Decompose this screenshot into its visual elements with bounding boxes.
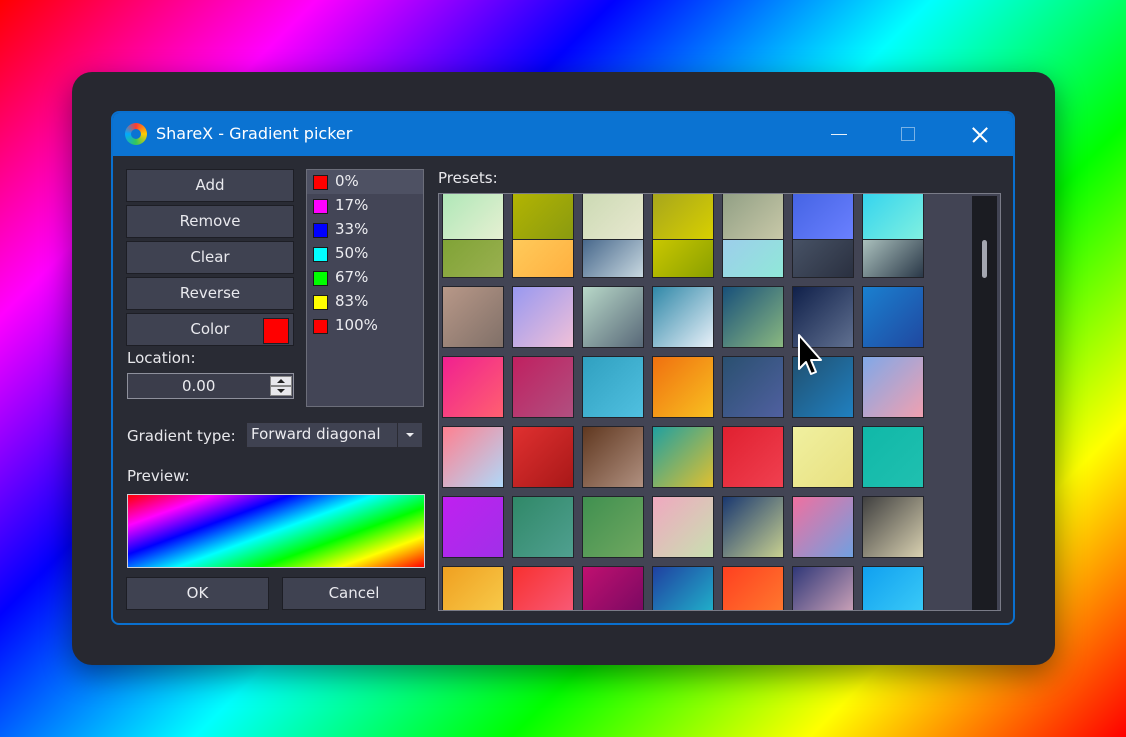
presets-label: Presets:	[438, 169, 498, 187]
preset-tile[interactable]	[792, 566, 854, 610]
preset-tile[interactable]	[652, 426, 714, 488]
gradient-type-label: Gradient type:	[127, 427, 236, 445]
stop-location-label: 17%	[335, 196, 369, 214]
gradient-stop-item[interactable]: 17%	[307, 194, 423, 218]
preview-label: Preview:	[127, 467, 190, 485]
gradient-preview	[127, 494, 425, 568]
preset-tile[interactable]	[512, 426, 574, 488]
preset-tile[interactable]	[582, 356, 644, 418]
scrollbar-thumb[interactable]	[982, 240, 987, 278]
preset-tile[interactable]	[582, 566, 644, 610]
stop-color-swatch	[313, 199, 328, 214]
preset-tile[interactable]	[512, 496, 574, 558]
gradient-stop-item[interactable]: 100%	[307, 314, 423, 338]
spin-up-button[interactable]	[270, 376, 292, 386]
location-input[interactable]: 0.00	[127, 373, 294, 399]
chevron-down-icon[interactable]	[397, 423, 422, 447]
preset-tile[interactable]	[722, 286, 784, 348]
location-label: Location:	[127, 349, 196, 367]
preset-tile[interactable]	[582, 194, 644, 240]
gradient-type-value: Forward diagonal	[251, 425, 381, 443]
preset-tile[interactable]	[862, 426, 924, 488]
preset-tile[interactable]	[722, 426, 784, 488]
mouse-cursor-icon	[798, 334, 822, 375]
stop-location-label: 67%	[335, 268, 369, 286]
stop-location-label: 50%	[335, 244, 369, 262]
preset-tile[interactable]	[722, 496, 784, 558]
preset-tile[interactable]	[442, 496, 504, 558]
preset-tile[interactable]	[652, 194, 714, 240]
preset-tile[interactable]	[722, 356, 784, 418]
gradient-picker-window: ShareX - Gradient picker Add Remove Clea…	[111, 111, 1015, 625]
preset-tile[interactable]	[652, 286, 714, 348]
add-button[interactable]: Add	[126, 169, 294, 202]
gradient-stop-item[interactable]: 83%	[307, 290, 423, 314]
cancel-button[interactable]: Cancel	[282, 577, 426, 610]
gradient-stop-list[interactable]: 0% 17% 33% 50% 67% 83% 100%	[306, 169, 424, 407]
stop-color-swatch	[313, 271, 328, 286]
stop-location-label: 0%	[335, 172, 359, 190]
preset-tile[interactable]	[722, 566, 784, 610]
preset-tile[interactable]	[442, 286, 504, 348]
reverse-button[interactable]: Reverse	[126, 277, 294, 310]
stop-color-swatch	[313, 223, 328, 238]
gradient-stop-item[interactable]: 33%	[307, 218, 423, 242]
color-button[interactable]: Color	[126, 313, 294, 346]
ok-button[interactable]: OK	[126, 577, 269, 610]
preset-tile[interactable]	[862, 496, 924, 558]
preset-tile[interactable]	[792, 194, 854, 240]
preset-tile[interactable]	[582, 426, 644, 488]
stop-color-swatch	[313, 319, 328, 334]
preset-tile[interactable]	[792, 426, 854, 488]
preset-tile[interactable]	[722, 194, 784, 240]
stop-color-swatch	[313, 295, 328, 310]
preset-tile[interactable]	[582, 286, 644, 348]
preset-tile[interactable]	[862, 356, 924, 418]
preset-tile[interactable]	[512, 356, 574, 418]
presets-scrollbar[interactable]	[972, 196, 997, 610]
minimize-button[interactable]	[804, 113, 872, 156]
preset-tile[interactable]	[652, 496, 714, 558]
gradient-stop-item[interactable]: 50%	[307, 242, 423, 266]
preset-tile[interactable]	[582, 496, 644, 558]
location-value: 0.00	[182, 377, 216, 395]
close-button[interactable]	[944, 113, 1012, 156]
preset-tile[interactable]	[512, 286, 574, 348]
preset-tile[interactable]	[442, 194, 504, 240]
gradient-type-select[interactable]: Forward diagonal	[246, 422, 423, 448]
spin-down-button[interactable]	[270, 386, 292, 396]
stop-location-label: 100%	[335, 316, 378, 334]
preset-tile[interactable]	[442, 356, 504, 418]
gradient-stop-item[interactable]: 67%	[307, 266, 423, 290]
preset-tile[interactable]	[862, 194, 924, 240]
stop-location-label: 83%	[335, 292, 369, 310]
window-title: ShareX - Gradient picker	[156, 124, 353, 143]
preset-tile[interactable]	[652, 566, 714, 610]
maximize-button[interactable]	[873, 113, 941, 156]
preset-tile[interactable]	[442, 426, 504, 488]
preset-tile[interactable]	[512, 566, 574, 610]
clear-button[interactable]: Clear	[126, 241, 294, 274]
stop-color-swatch	[313, 175, 328, 190]
preset-tile[interactable]	[862, 566, 924, 610]
preset-tile[interactable]	[652, 356, 714, 418]
preset-tile[interactable]	[512, 194, 574, 240]
stop-color-swatch	[313, 247, 328, 262]
sharex-app-icon	[125, 123, 147, 145]
presets-grid	[438, 193, 1001, 611]
selected-color-swatch	[263, 318, 289, 344]
preset-tile[interactable]	[792, 496, 854, 558]
gradient-stop-item[interactable]: 0%	[307, 170, 423, 194]
title-bar[interactable]: ShareX - Gradient picker	[113, 113, 1013, 156]
stop-location-label: 33%	[335, 220, 369, 238]
remove-button[interactable]: Remove	[126, 205, 294, 238]
preset-tile[interactable]	[442, 566, 504, 610]
preset-tile[interactable]	[862, 286, 924, 348]
